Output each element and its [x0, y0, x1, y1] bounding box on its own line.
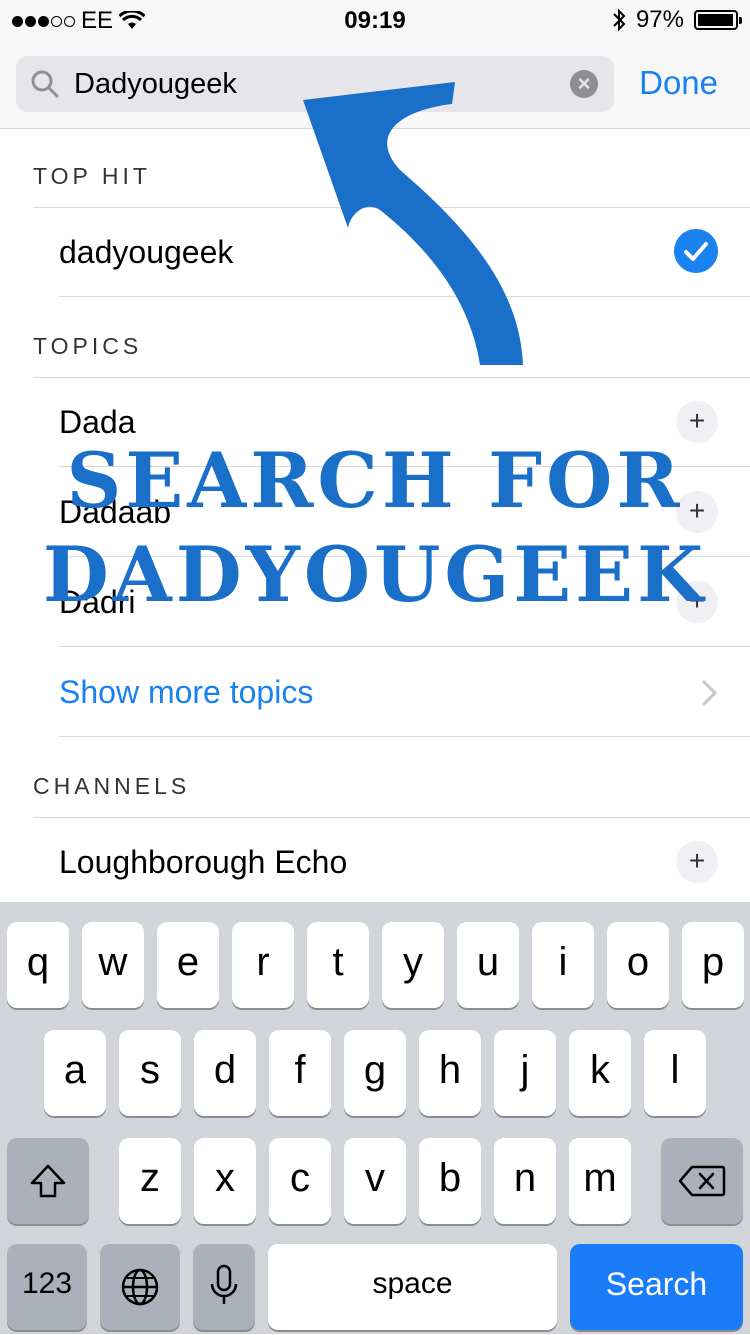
- key-q[interactable]: q: [7, 922, 69, 1008]
- divider: [59, 646, 750, 647]
- chevron-right-icon: [701, 679, 718, 707]
- globe-key[interactable]: [100, 1244, 180, 1330]
- key-z[interactable]: z: [119, 1138, 181, 1224]
- key-b[interactable]: b: [419, 1138, 481, 1224]
- channels-header: CHANNELS: [33, 773, 191, 799]
- microphone-icon: [210, 1264, 238, 1304]
- space-key[interactable]: space: [268, 1244, 557, 1330]
- key-g[interactable]: g: [344, 1030, 406, 1116]
- channel-label: Loughborough Echo: [59, 844, 348, 880]
- key-k[interactable]: k: [569, 1030, 631, 1116]
- backspace-icon: [678, 1165, 726, 1197]
- key-e[interactable]: e: [157, 922, 219, 1008]
- overlay-title-line2: DADYOUGEEK: [42, 530, 708, 619]
- overlay-title-line1: SEARCH FOR: [66, 436, 684, 525]
- backspace-key[interactable]: [661, 1138, 743, 1224]
- key-h[interactable]: h: [419, 1030, 481, 1116]
- key-v[interactable]: v: [344, 1138, 406, 1224]
- key-r[interactable]: r: [232, 922, 294, 1008]
- shift-icon: [30, 1164, 66, 1198]
- key-w[interactable]: w: [82, 922, 144, 1008]
- key-o[interactable]: o: [607, 922, 669, 1008]
- key-f[interactable]: f: [269, 1030, 331, 1116]
- key-p[interactable]: p: [682, 922, 744, 1008]
- dictation-key[interactable]: [193, 1244, 255, 1330]
- show-more-label: Show more topics: [59, 674, 314, 710]
- numbers-key[interactable]: 123: [7, 1244, 87, 1330]
- keyboard: q w e r t y u i o p a s d f g h j k l z …: [0, 902, 750, 1334]
- key-m[interactable]: m: [569, 1138, 631, 1224]
- key-i[interactable]: i: [532, 922, 594, 1008]
- globe-icon: [121, 1268, 159, 1306]
- curved-arrow-annotation: [303, 82, 523, 365]
- shift-key[interactable]: [7, 1138, 89, 1224]
- divider: [33, 817, 750, 818]
- key-t[interactable]: t: [307, 922, 369, 1008]
- key-n[interactable]: n: [494, 1138, 556, 1224]
- key-u[interactable]: u: [457, 922, 519, 1008]
- add-icon[interactable]: +: [676, 841, 718, 883]
- key-s[interactable]: s: [119, 1030, 181, 1116]
- search-key[interactable]: Search: [570, 1244, 743, 1330]
- key-c[interactable]: c: [269, 1138, 331, 1224]
- key-d[interactable]: d: [194, 1030, 256, 1116]
- key-l[interactable]: l: [644, 1030, 706, 1116]
- divider: [59, 736, 750, 737]
- key-y[interactable]: y: [382, 922, 444, 1008]
- key-j[interactable]: j: [494, 1030, 556, 1116]
- key-x[interactable]: x: [194, 1138, 256, 1224]
- key-a[interactable]: a: [44, 1030, 106, 1116]
